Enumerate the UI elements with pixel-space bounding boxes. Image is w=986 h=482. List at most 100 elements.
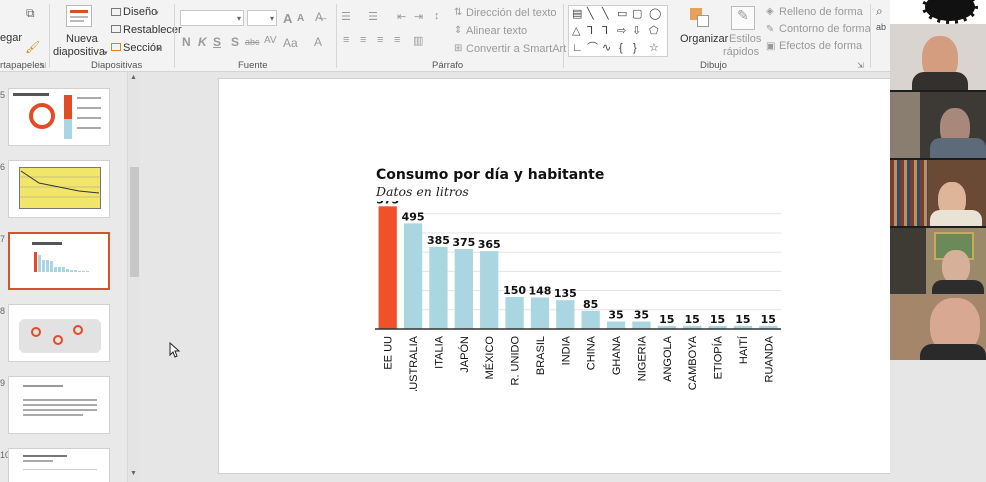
connector-icon[interactable]: ⅂ — [602, 26, 608, 37]
paste-button[interactable]: egar — [0, 32, 22, 44]
arrange-icon[interactable] — [688, 6, 712, 30]
decrease-indent-icon[interactable]: ⇤ — [397, 10, 406, 23]
brace-right-icon[interactable]: } — [633, 43, 637, 54]
font-name-combo[interactable]: ▾ — [180, 10, 244, 26]
text-direction-button[interactable]: Dirección del texto — [466, 7, 557, 19]
font-size-combo[interactable]: ▾ — [247, 10, 277, 26]
shapes-gallery[interactable]: ▤ ╲ ╲ ▭ ▢ ◯ △ ⅂ ⅂ ⇨ ⇩ ⬠ ∟ ⌒ ∿ { } ☆ — [568, 5, 668, 57]
clear-format-icon[interactable]: A̶ — [315, 10, 323, 24]
strikethrough-button[interactable]: abc — [245, 37, 260, 47]
triangle-icon[interactable]: △ — [572, 26, 580, 37]
slide-thumbnail[interactable] — [8, 376, 110, 434]
dialog-launcher-icon[interactable]: ⇲ — [39, 61, 46, 70]
underline-button[interactable]: S — [213, 35, 221, 49]
smartart-button[interactable]: Convertir a SmartArt — [466, 43, 566, 55]
chart-data-label: 575 — [376, 201, 399, 206]
shape-outline-button[interactable]: Contorno de forma — [779, 23, 871, 35]
increase-indent-icon[interactable]: ⇥ — [414, 10, 423, 23]
quick-styles-button[interactable]: Estilos — [729, 33, 761, 45]
align-left-icon[interactable]: ≡ — [343, 34, 349, 46]
chevron-down-icon[interactable]: ▾ — [157, 45, 161, 53]
arrow-down-icon[interactable]: ⇩ — [632, 26, 641, 37]
arrange-button[interactable]: Organizar — [680, 33, 728, 45]
section-icon[interactable] — [111, 43, 121, 51]
new-slide-icon[interactable] — [66, 5, 92, 27]
textbox-icon[interactable]: ▤ — [572, 9, 582, 20]
line-spacing-icon[interactable]: ↕ — [434, 10, 440, 22]
columns-icon[interactable]: ▥ — [413, 34, 423, 47]
align-right-icon[interactable]: ≡ — [377, 34, 383, 46]
chart-bar — [454, 249, 473, 329]
scroll-down-icon[interactable]: ▼ — [130, 470, 137, 477]
effects-icon[interactable]: ▣ — [766, 41, 775, 52]
quick-styles-button-label[interactable]: rápidos — [723, 46, 759, 58]
slide-thumbnail[interactable] — [8, 160, 110, 218]
font-color-button[interactable]: A — [314, 35, 322, 49]
text-direction-icon[interactable]: ⇅ — [454, 7, 462, 18]
chart-category-label: CHINA — [586, 335, 598, 370]
pen-icon[interactable]: ✎ — [766, 24, 774, 35]
rectangle-icon[interactable]: ▭ — [617, 9, 627, 20]
brace-left-icon[interactable]: { — [619, 43, 623, 54]
bullets-icon[interactable]: ☰ — [341, 10, 351, 23]
video-participant-tile[interactable] — [890, 92, 986, 158]
character-spacing-icon[interactable]: AV — [264, 35, 277, 46]
rounded-rectangle-icon[interactable]: ▢ — [632, 9, 642, 20]
slide-thumbnail[interactable] — [8, 448, 110, 482]
participant-video — [942, 250, 970, 284]
align-text-icon[interactable]: ⇕ — [454, 25, 462, 36]
grow-font-button[interactable]: A — [283, 11, 292, 26]
replace-icon[interactable]: ab — [876, 22, 886, 32]
format-painter-icon[interactable]: 🖌 — [25, 40, 40, 54]
oval-icon[interactable]: ◯ — [649, 9, 661, 20]
slide-thumbnail-panel[interactable]: 5 6 7 8 9 10 — [0, 72, 140, 482]
quick-styles-icon[interactable]: ✎ — [731, 6, 755, 30]
video-participant-tile[interactable] — [890, 24, 986, 90]
shape-effects-button[interactable]: Efectos de forma — [779, 40, 862, 52]
align-text-button[interactable]: Alinear texto — [466, 25, 527, 37]
thumbnail-scrollbar[interactable]: ▲ ▼ — [127, 72, 140, 482]
arc-icon[interactable]: ⌒ — [587, 43, 598, 54]
chevron-down-icon[interactable]: ▾ — [155, 9, 159, 17]
star-icon[interactable]: ☆ — [649, 43, 659, 54]
slide-canvas[interactable]: Consumo por día y habitante Datos en lit… — [218, 78, 921, 474]
scroll-up-icon[interactable]: ▲ — [130, 74, 137, 81]
slide-thumbnail[interactable] — [8, 304, 110, 362]
shrink-font-button[interactable]: A — [297, 13, 304, 24]
reset-button[interactable]: Restablecer — [123, 24, 182, 36]
search-icon[interactable]: ⌕ — [876, 4, 883, 19]
new-slide-button[interactable]: Nueva — [66, 33, 98, 45]
shape-fill-button[interactable]: Relleno de forma — [779, 6, 863, 18]
pentagon-icon[interactable]: ⬠ — [649, 26, 659, 37]
slide-thumbnail[interactable] — [8, 88, 110, 146]
numbering-icon[interactable]: ☰ — [368, 10, 378, 23]
reset-icon[interactable] — [111, 25, 121, 33]
video-participant-tile[interactable] — [890, 228, 986, 294]
chevron-down-icon[interactable]: ▾ — [104, 49, 108, 57]
line-icon[interactable]: ╲ — [587, 9, 594, 20]
curve-icon[interactable]: ∿ — [602, 43, 611, 54]
line-icon[interactable]: ╲ — [602, 9, 609, 20]
italic-button[interactable]: K — [198, 35, 207, 49]
justify-icon[interactable]: ≡ — [394, 34, 400, 46]
video-participant-tile[interactable] — [890, 160, 986, 226]
corner-icon[interactable]: ∟ — [572, 43, 583, 54]
layout-icon[interactable] — [111, 8, 121, 16]
layout-button[interactable]: Diseño — [123, 6, 157, 18]
slide-thumbnail-selected[interactable] — [8, 232, 110, 290]
dialog-launcher-icon[interactable]: ⇲ — [857, 61, 864, 70]
shadow-button[interactable]: S — [231, 35, 239, 49]
copy-icon[interactable]: ⧉ — [26, 6, 35, 21]
arrow-right-icon[interactable]: ⇨ — [617, 26, 626, 37]
new-slide-button-label[interactable]: diapositiva — [53, 46, 105, 58]
align-center-icon[interactable]: ≡ — [360, 34, 366, 46]
change-case-button[interactable]: Aa — [283, 36, 298, 50]
smartart-icon[interactable]: ⊞ — [454, 43, 462, 54]
chart-category-label: GHANA — [611, 335, 623, 375]
scrollbar-thumb[interactable] — [130, 167, 139, 277]
video-participant-tile[interactable] — [890, 294, 986, 360]
bold-button[interactable]: N — [182, 35, 191, 49]
connector-icon[interactable]: ⅂ — [587, 26, 593, 37]
paint-bucket-icon[interactable]: ◈ — [766, 6, 774, 17]
chart-data-label: 35 — [634, 309, 649, 322]
